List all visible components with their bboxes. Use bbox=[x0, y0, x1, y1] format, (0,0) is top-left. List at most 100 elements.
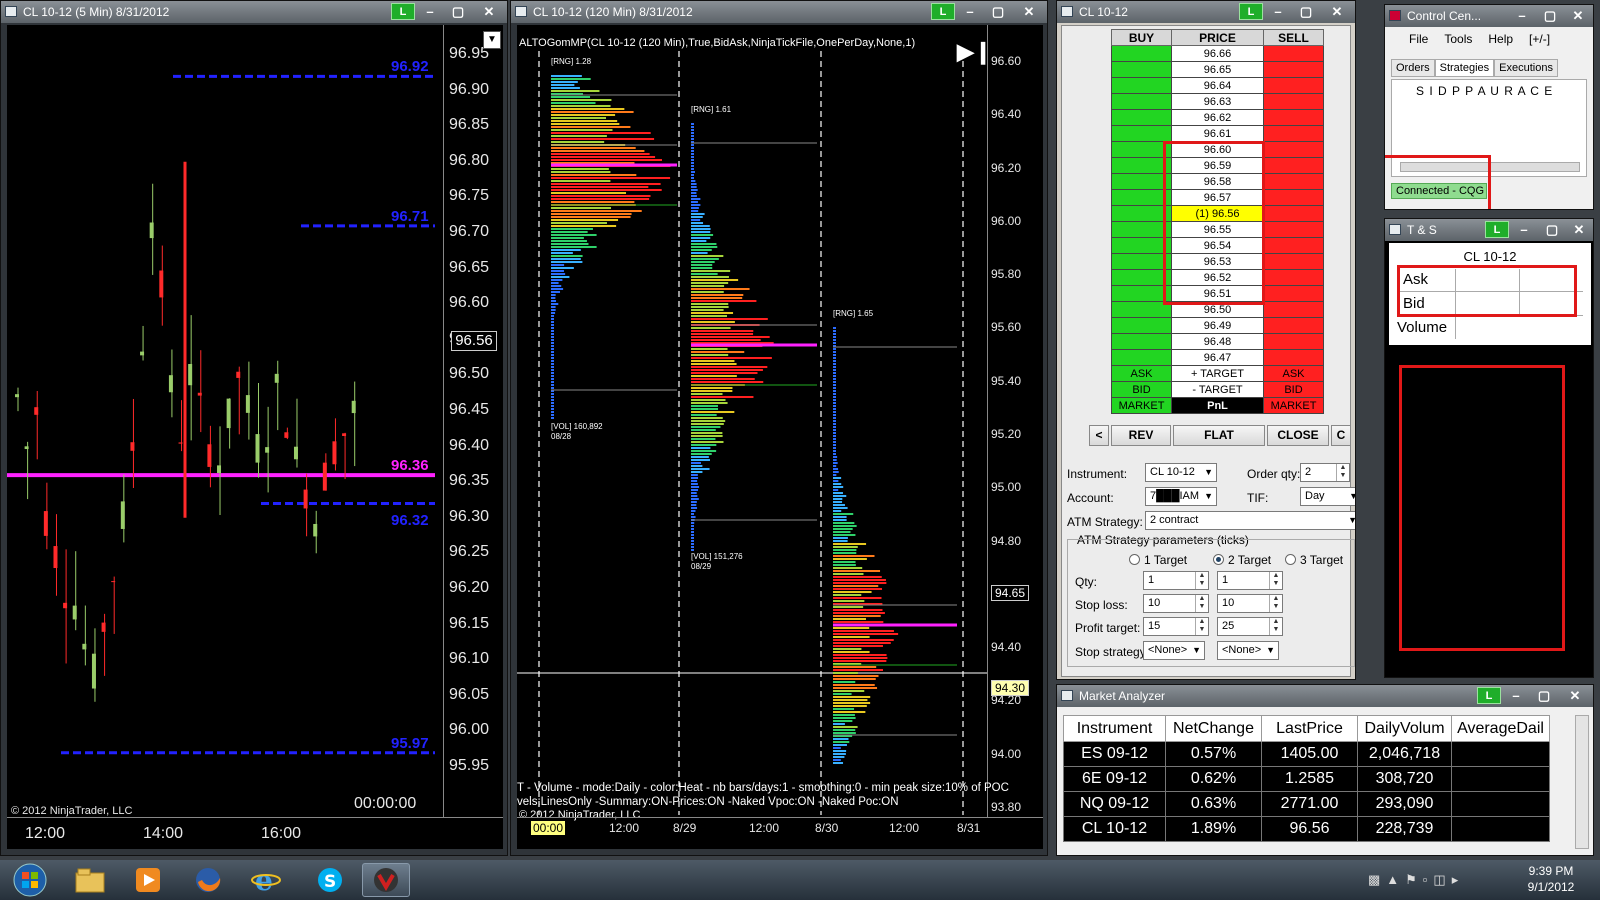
sell-cell[interactable] bbox=[1263, 125, 1324, 142]
target2-qty[interactable]: 1 ▲ ▼ bbox=[1217, 571, 1283, 590]
sell-cell[interactable] bbox=[1263, 301, 1324, 318]
atm-strategy-select[interactable]: 2 contract▼ bbox=[1145, 511, 1355, 530]
dom-price-row[interactable]: 96.49 bbox=[1111, 317, 1324, 334]
dom-price-row[interactable]: 96.63 bbox=[1111, 93, 1324, 110]
chart-120min-plot[interactable]: ALTOGomMP(CL 10-12 (120 Min),True,BidAsk… bbox=[517, 25, 1043, 849]
clock-time[interactable]: 9:39 PM bbox=[1516, 864, 1586, 878]
buy-cell[interactable] bbox=[1111, 317, 1172, 334]
sell-cell[interactable] bbox=[1263, 157, 1324, 174]
sell-cell[interactable]: MARKET bbox=[1263, 397, 1324, 414]
close-icon[interactable]: ✕ bbox=[1565, 7, 1591, 24]
sell-cell[interactable] bbox=[1263, 333, 1324, 350]
sell-cell[interactable] bbox=[1263, 205, 1324, 222]
chart-5min-plot[interactable]: 96.95 96.90 96.85 96.80 96.75 96.70 96.65 96.60… bbox=[7, 25, 503, 849]
close-icon[interactable]: ✕ bbox=[473, 3, 505, 20]
target1-stop-loss[interactable]: 10 ▲ ▼ bbox=[1143, 594, 1209, 613]
maximize-icon[interactable]: ▢ bbox=[1293, 3, 1319, 20]
explorer-icon[interactable] bbox=[66, 863, 114, 897]
buy-cell[interactable] bbox=[1111, 77, 1172, 94]
radio-button-icon[interactable] bbox=[1285, 554, 1296, 565]
dom-price-row[interactable]: 96.47 bbox=[1111, 349, 1324, 366]
menu-tools[interactable]: Tools bbox=[1444, 29, 1472, 49]
menu-expand[interactable]: [+/-] bbox=[1529, 29, 1550, 49]
minimize-icon[interactable]: – bbox=[1503, 687, 1529, 704]
sell-cell[interactable] bbox=[1263, 77, 1324, 94]
instrument-select[interactable]: CL 10-12 ▼ bbox=[1145, 463, 1217, 482]
target2-stop-loss[interactable]: 10 ▲ ▼ bbox=[1217, 594, 1283, 613]
sell-cell[interactable] bbox=[1263, 141, 1324, 158]
tab-orders[interactable]: Orders bbox=[1391, 59, 1435, 77]
maximize-icon[interactable]: ▢ bbox=[985, 3, 1011, 20]
sell-cell[interactable]: ASK bbox=[1263, 365, 1324, 382]
sell-cell[interactable] bbox=[1263, 269, 1324, 286]
firefox-icon[interactable] bbox=[184, 863, 232, 897]
dom-ask-row[interactable]: ASK + TARGET ASK bbox=[1111, 365, 1324, 382]
dom-price-row[interactable]: 96.64 bbox=[1111, 77, 1324, 94]
link-button[interactable]: L bbox=[1485, 221, 1509, 238]
dom-price-row[interactable]: 96.48 bbox=[1111, 333, 1324, 350]
skype-icon[interactable]: S bbox=[306, 863, 354, 897]
dropdown-toggle-icon[interactable]: ▼ bbox=[483, 31, 501, 49]
buy-cell[interactable] bbox=[1111, 61, 1172, 78]
order-qty-input[interactable]: 2 ▲ ▼ bbox=[1300, 463, 1350, 482]
ninjatrader-taskbar-icon[interactable] bbox=[362, 863, 410, 897]
sell-cell[interactable] bbox=[1263, 109, 1324, 126]
sell-cell[interactable] bbox=[1263, 253, 1324, 270]
target1-qty[interactable]: 1 ▲ ▼ bbox=[1143, 571, 1209, 590]
minimize-icon[interactable]: – bbox=[1265, 3, 1291, 20]
close-icon[interactable]: ✕ bbox=[1321, 3, 1353, 20]
radio-button-icon[interactable] bbox=[1213, 554, 1224, 565]
maximize-icon[interactable]: ▢ bbox=[1537, 7, 1563, 24]
buy-cell[interactable]: MARKET bbox=[1111, 397, 1172, 414]
link-button[interactable]: L bbox=[1477, 687, 1501, 704]
reverse-button[interactable]: REV bbox=[1111, 425, 1171, 446]
sell-cell[interactable] bbox=[1263, 349, 1324, 366]
sell-cell[interactable] bbox=[1263, 173, 1324, 190]
target1-profit[interactable]: 15 ▲ ▼ bbox=[1143, 617, 1209, 636]
media-player-icon[interactable] bbox=[124, 863, 172, 897]
column-header[interactable]: LastPrice bbox=[1261, 715, 1358, 742]
buy-cell[interactable] bbox=[1111, 349, 1172, 366]
close-icon[interactable]: ✕ bbox=[1559, 687, 1591, 704]
column-header[interactable]: NetChange bbox=[1165, 715, 1262, 742]
table-row[interactable]: 6E 09-12 0.62% 1.2585 308,720 bbox=[1063, 766, 1550, 792]
tab-strategies[interactable]: Strategies bbox=[1434, 59, 1495, 77]
buy-cell[interactable] bbox=[1111, 333, 1172, 350]
target-radio-1[interactable]: 1 Target bbox=[1129, 553, 1187, 567]
buy-cell[interactable]: ASK bbox=[1111, 365, 1172, 382]
buy-cell[interactable]: BID bbox=[1111, 381, 1172, 398]
close-icon[interactable]: ✕ bbox=[1013, 3, 1045, 20]
buy-cell[interactable] bbox=[1111, 109, 1172, 126]
sell-cell[interactable] bbox=[1263, 189, 1324, 206]
dom-price-row[interactable]: 96.66 bbox=[1111, 45, 1324, 62]
radio-button-icon[interactable] bbox=[1129, 554, 1140, 565]
link-button[interactable]: L bbox=[1239, 3, 1263, 20]
close-icon[interactable]: ✕ bbox=[1567, 221, 1591, 238]
column-header[interactable]: AverageDail bbox=[1451, 715, 1550, 742]
tif-select[interactable]: Day▼ bbox=[1300, 487, 1355, 506]
internet-explorer-icon[interactable]: e bbox=[242, 863, 290, 897]
dom-price-row[interactable]: 96.61 bbox=[1111, 125, 1324, 142]
maximize-icon[interactable]: ▢ bbox=[445, 3, 471, 20]
menu-file[interactable]: File bbox=[1409, 29, 1428, 49]
dom-market-row[interactable]: MARKET PnL MARKET bbox=[1111, 397, 1324, 414]
tab-executions[interactable]: Executions bbox=[1494, 59, 1558, 77]
market-analyzer-grid[interactable]: Instrument NetChange LastPrice DailyVolum Av… bbox=[1063, 715, 1550, 842]
dom-bid-row[interactable]: BID - TARGET BID bbox=[1111, 381, 1324, 398]
flat-button[interactable]: FLAT bbox=[1173, 425, 1265, 446]
sell-cell[interactable] bbox=[1263, 61, 1324, 78]
account-select[interactable]: 7███IAM ▼ bbox=[1145, 487, 1217, 506]
column-header[interactable]: Instrument bbox=[1063, 715, 1166, 742]
start-button[interactable] bbox=[6, 863, 54, 897]
sell-cell[interactable] bbox=[1263, 317, 1324, 334]
link-button[interactable]: L bbox=[391, 3, 415, 20]
target1-stop-strategy[interactable]: <None> ▼ bbox=[1143, 641, 1205, 660]
minimize-icon[interactable]: – bbox=[957, 3, 983, 20]
target2-profit[interactable]: 25 ▲ ▼ bbox=[1217, 617, 1283, 636]
column-header[interactable]: DailyVolum bbox=[1357, 715, 1452, 742]
sell-cell[interactable]: BID bbox=[1263, 381, 1324, 398]
dom-price-row[interactable]: 96.62 bbox=[1111, 109, 1324, 126]
table-row[interactable]: NQ 09-12 0.63% 2771.00 293,090 bbox=[1063, 791, 1550, 817]
maximize-icon[interactable]: ▢ bbox=[1531, 687, 1557, 704]
target2-stop-strategy[interactable]: <None> ▼ bbox=[1217, 641, 1279, 660]
